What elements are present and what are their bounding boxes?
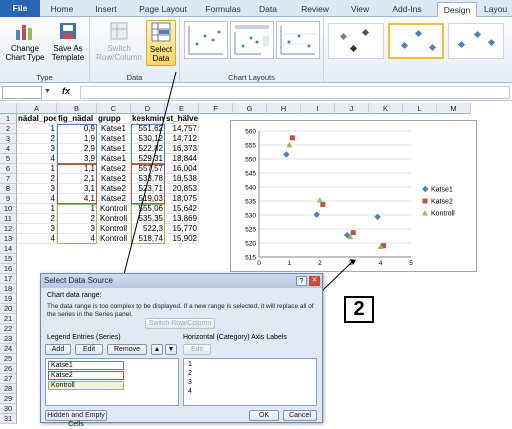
category-list[interactable]: 1 2 3 4 bbox=[183, 358, 317, 406]
add-series-button[interactable]: Add bbox=[45, 344, 71, 355]
remove-series-button[interactable]: Remove bbox=[107, 344, 147, 355]
move-up-icon[interactable]: ▲ bbox=[151, 344, 163, 355]
cancel-button[interactable]: Cancel bbox=[283, 410, 317, 421]
dialog-title: Select Data Source bbox=[41, 274, 322, 288]
category-item: 4 bbox=[188, 388, 192, 395]
series-list[interactable]: Katse1 Katse2 Kontroll bbox=[45, 358, 179, 406]
category-item: 3 bbox=[188, 379, 192, 386]
move-down-icon[interactable]: ▼ bbox=[165, 344, 177, 355]
range-message: The data range is too complex to be disp… bbox=[47, 303, 314, 318]
category-item: 2 bbox=[188, 370, 192, 377]
series-item-katse1[interactable]: Katse1 bbox=[48, 361, 124, 370]
category-item: 1 bbox=[188, 361, 192, 368]
close-icon[interactable]: ✕ bbox=[309, 276, 320, 286]
edit-axis-labels-button[interactable]: Edit bbox=[183, 344, 211, 355]
hidden-empty-cells-button[interactable]: Hidden and Empty Cells bbox=[45, 410, 107, 428]
arrow-to-dialog bbox=[121, 71, 177, 283]
switch-row-column-dialog-button[interactable]: Switch Row/Column bbox=[145, 318, 215, 329]
edit-series-button[interactable]: Edit bbox=[75, 344, 103, 355]
axis-labels-label: Horizontal (Category) Axis Labels bbox=[183, 334, 287, 341]
help-icon[interactable]: ? bbox=[296, 276, 307, 286]
series-item-kontroll[interactable]: Kontroll bbox=[48, 381, 124, 390]
ok-button[interactable]: OK bbox=[249, 410, 279, 421]
series-item-katse2[interactable]: Katse2 bbox=[48, 371, 124, 380]
select-data-source-dialog: Select Data Source ? ✕ Chart data range:… bbox=[40, 273, 323, 428]
legend-entries-label: Legend Entries (Series) bbox=[47, 334, 121, 341]
chart-range-label: Chart data range: bbox=[47, 292, 102, 299]
arrow-to-chart-head bbox=[350, 259, 356, 265]
